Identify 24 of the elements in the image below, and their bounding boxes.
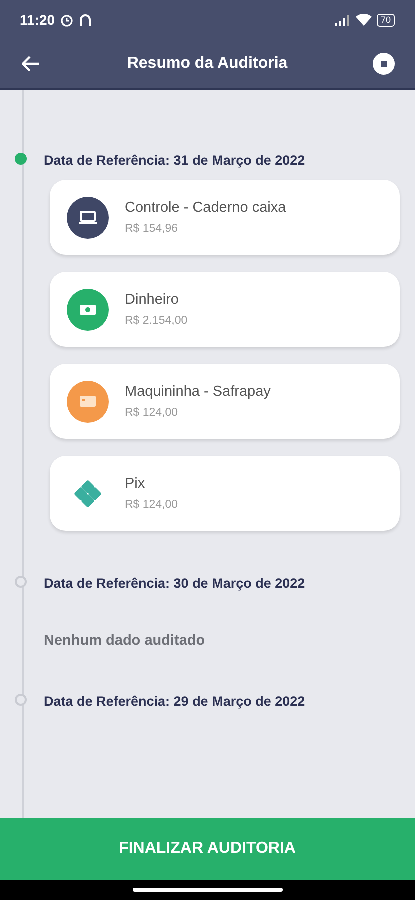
payment-amount: R$ 154,96 (125, 223, 180, 235)
payment-card[interactable]: Dinheiro R$ 2.154,00 (50, 272, 400, 347)
battery-level: 70 (376, 14, 395, 26)
empty-message: Nenhum dado auditado (44, 633, 206, 649)
payment-name: Dinheiro (125, 292, 180, 308)
payment-card[interactable]: Controle - Caderno caixa R$ 154,96 (50, 180, 400, 255)
payment-name: Controle - Caderno caixa (125, 200, 286, 216)
wifi-icon (356, 14, 372, 26)
payment-name: Pix (125, 476, 146, 492)
payment-card[interactable]: Maquininha - Safrapay R$ 124,00 (50, 364, 400, 439)
reference-date: Data de Referência: 29 de Março de 2022 (44, 694, 306, 708)
screen-title: Resumo da Auditoria (126, 55, 289, 73)
status-time: 11:20 (20, 12, 56, 28)
reference-date: Data de Referência: 31 de Março de 2022 (44, 152, 306, 168)
payment-card[interactable]: Pix R$ 124,00 (50, 456, 400, 531)
payment-amount: R$ 124,00 (125, 499, 178, 511)
reference-date: Data de Referência: 30 de Março de 2022 (44, 576, 306, 590)
stop-icon[interactable] (373, 53, 395, 75)
payment-name: Maquininha - Safrapay (125, 384, 271, 400)
alarm-icon (60, 13, 74, 27)
payment-amount: R$ 124,00 (125, 407, 180, 419)
headphones-icon (79, 13, 92, 27)
signal-icon (334, 14, 351, 26)
payment-amount: R$ 2.154,00 (125, 315, 188, 327)
